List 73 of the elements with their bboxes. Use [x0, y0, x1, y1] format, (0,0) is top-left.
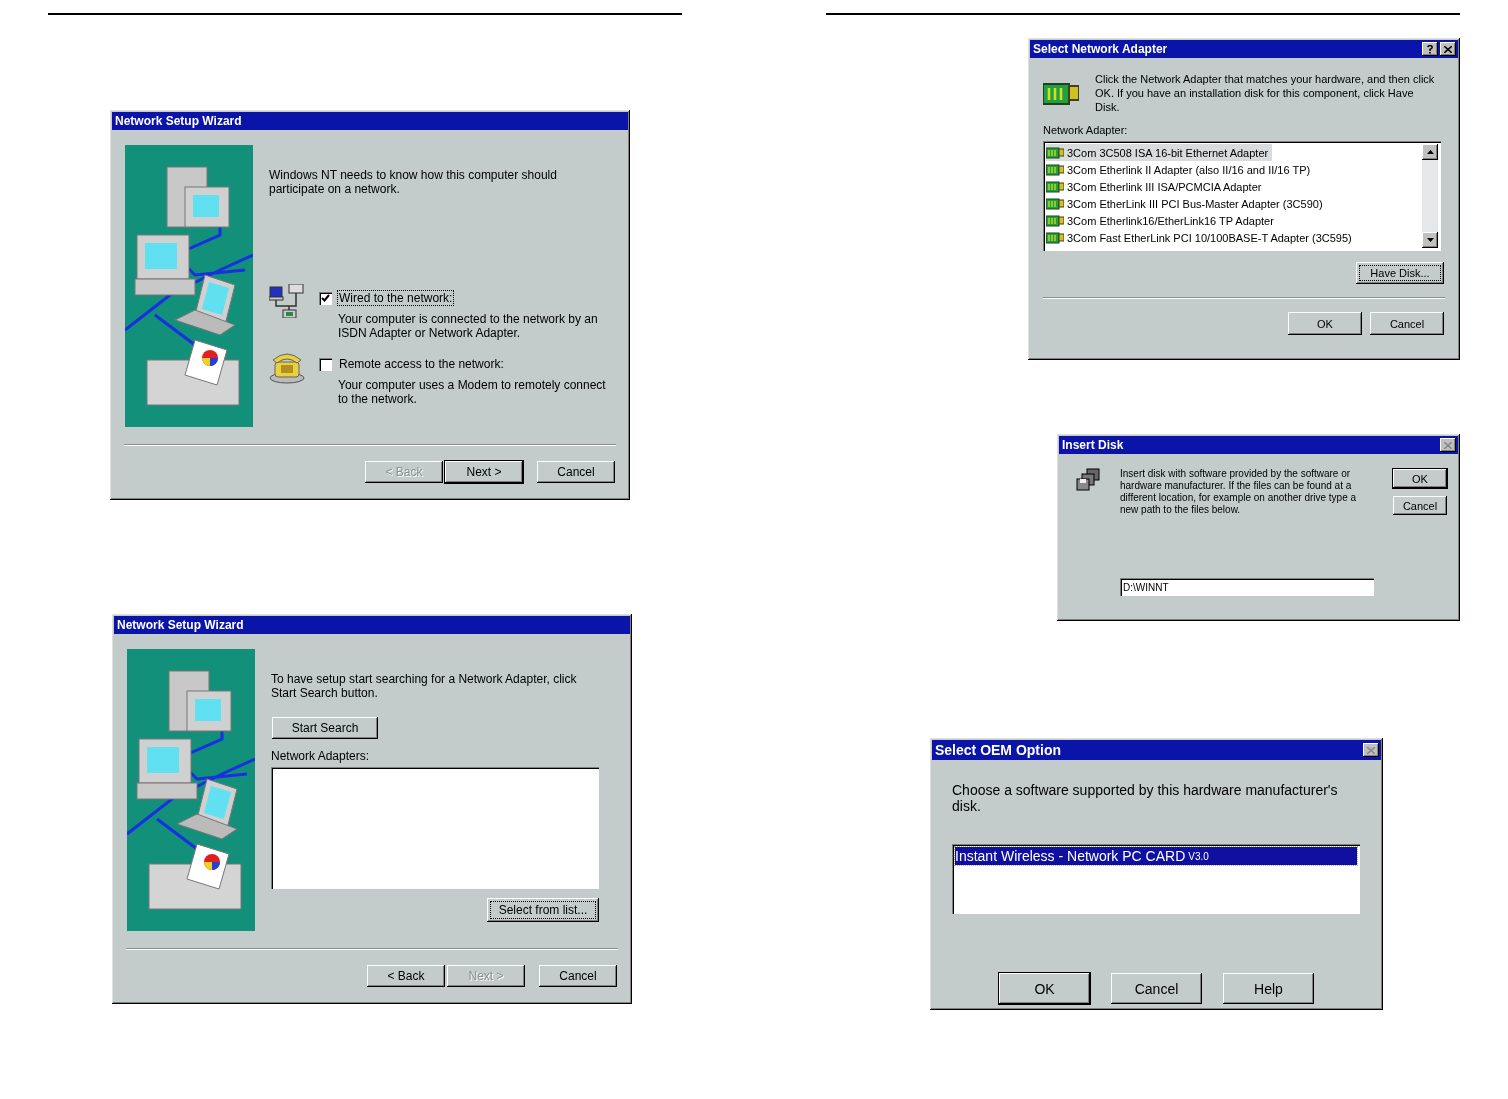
- instruction-text: Insert disk with software provided by the software or hardware manufacturer. If the files can be found at a different location, for example on another drive type a new path to the files below.: [1120, 468, 1358, 516]
- network-card-icon: [1046, 231, 1064, 244]
- scroll-down-icon: [1426, 238, 1434, 242]
- dialog-button[interactable]: OK: [998, 972, 1091, 1005]
- item-text: 3Com EtherLink III PCI Bus-Master Adapter (3C590): [1067, 197, 1323, 210]
- item-text: 3Com Fast EtherLink PCI 10/100BASE-T Adapter (3C595): [1067, 231, 1352, 244]
- window-title: Select Network Adapter: [1033, 42, 1169, 56]
- list-box[interactable]: Instant Wireless - Network PC CARD V3.0: [952, 844, 1360, 914]
- option-description: Your computer is connected to the network by an ISDN Adapter or Network Adapter.: [338, 312, 599, 340]
- dialog-button[interactable]: Select from list...: [486, 897, 600, 923]
- help-icon: [1427, 44, 1433, 54]
- list-label: Network Adapter:: [1042, 124, 1129, 136]
- close-button[interactable]: [1363, 743, 1379, 757]
- window-title: Select OEM Option: [935, 742, 1062, 758]
- close-icon: [1367, 746, 1375, 754]
- close-button[interactable]: [1440, 438, 1456, 452]
- dialog-button[interactable]: Cancel: [1392, 495, 1448, 516]
- window-title: Insert Disk: [1062, 438, 1125, 452]
- instruction-text: Click the Network Adapter that matches your hardware, and then click OK. If you have an installation disk for this component, click Have Disk.: [1095, 72, 1435, 114]
- check-icon: [321, 294, 330, 302]
- dialog-button[interactable]: Next >: [444, 460, 524, 484]
- dialog-button[interactable]: Have Disk...: [1355, 261, 1445, 285]
- list-item[interactable]: 3Com Etherlink II Adapter (also II/16 and II/16 TP): [1046, 161, 1315, 178]
- help-button[interactable]: [1422, 42, 1438, 56]
- list-item[interactable]: 3Com Etherlink16/EtherLink16 TP Adapter: [1046, 212, 1278, 229]
- window-title: Network Setup Wizard: [117, 618, 245, 632]
- item-text: 3Com Etherlink16/EtherLink16 TP Adapter: [1067, 214, 1274, 227]
- network-card-icon: [1046, 180, 1064, 193]
- list-item[interactable]: 3Com Fast EtherLink PCI 10/100BASE-T Adapter (3C595): [1046, 229, 1356, 246]
- disks-icon: [1075, 468, 1101, 492]
- item-text: 3Com Etherlink III ISA/PCMCIA Adapter: [1067, 180, 1262, 193]
- scroll-up-icon: [1426, 150, 1434, 154]
- dialog-button[interactable]: Cancel: [536, 460, 616, 484]
- network-card-icon: [1046, 197, 1064, 210]
- dialog-button[interactable]: Start Search: [271, 716, 379, 740]
- checkbox[interactable]: [319, 291, 332, 305]
- close-icon: [1444, 45, 1452, 53]
- networked-computers-icon: [269, 284, 305, 318]
- item-text: 3Com 3C508 ISA 16-bit Ethernet Adapter: [1067, 146, 1269, 159]
- checkbox[interactable]: [319, 357, 332, 371]
- window-title: Network Setup Wizard: [115, 114, 243, 128]
- option-label[interactable]: Wired to the network:: [337, 290, 455, 306]
- option-label[interactable]: Remote access to the network:: [337, 356, 506, 372]
- scroll-bar[interactable]: [1422, 144, 1438, 248]
- list-item[interactable]: 3Com EtherLink III PCI Bus-Master Adapter (3C590): [1046, 195, 1327, 212]
- network-card-icon: [1046, 214, 1064, 227]
- network-card-icon: [1043, 82, 1079, 106]
- list-item[interactable]: Instant Wireless - Network PC CARD V3.0: [955, 847, 1357, 865]
- intro-text: Windows NT needs to know how this computer should participate on a network.: [269, 168, 558, 196]
- close-button[interactable]: [1440, 42, 1456, 56]
- item-text: 3Com Etherlink II Adapter (also II/16 and II/16 TP): [1067, 163, 1311, 176]
- path-input-field[interactable]: D:\WINNT: [1120, 578, 1374, 596]
- network-card-icon: [1046, 163, 1064, 176]
- intro-text: To have setup start searching for a Network Adapter, click Start Search button.: [271, 672, 578, 700]
- dialog-button[interactable]: Cancel: [1110, 972, 1203, 1005]
- list-box[interactable]: [1043, 141, 1441, 251]
- dialog-button[interactable]: < Back: [366, 964, 446, 988]
- dialog-button[interactable]: OK: [1392, 468, 1448, 489]
- version-label: V3.0: [1188, 850, 1209, 862]
- adapter-list-box[interactable]: [271, 767, 599, 889]
- dialog-button[interactable]: Help: [1222, 972, 1315, 1005]
- telephone-icon: [269, 350, 305, 384]
- close-icon: [1444, 441, 1452, 449]
- dialog-button[interactable]: OK: [1287, 311, 1363, 336]
- network-card-icon: [1046, 146, 1064, 159]
- dialog-button[interactable]: Cancel: [1369, 311, 1445, 336]
- list-item[interactable]: 3Com Etherlink III ISA/PCMCIA Adapter: [1046, 178, 1266, 195]
- instruction-text: Choose a software supported by this hardware manufacturer's disk.: [951, 781, 1339, 814]
- dialog-button[interactable]: Cancel: [538, 964, 618, 988]
- list-item[interactable]: 3Com 3C508 ISA 16-bit Ethernet Adapter: [1046, 144, 1273, 161]
- list-label: Network Adapters:: [271, 749, 371, 763]
- item-text: Instant Wireless - Network PC CARD: [955, 848, 1186, 864]
- option-description: Your computer uses a Modem to remotely connect to the network.: [338, 378, 606, 406]
